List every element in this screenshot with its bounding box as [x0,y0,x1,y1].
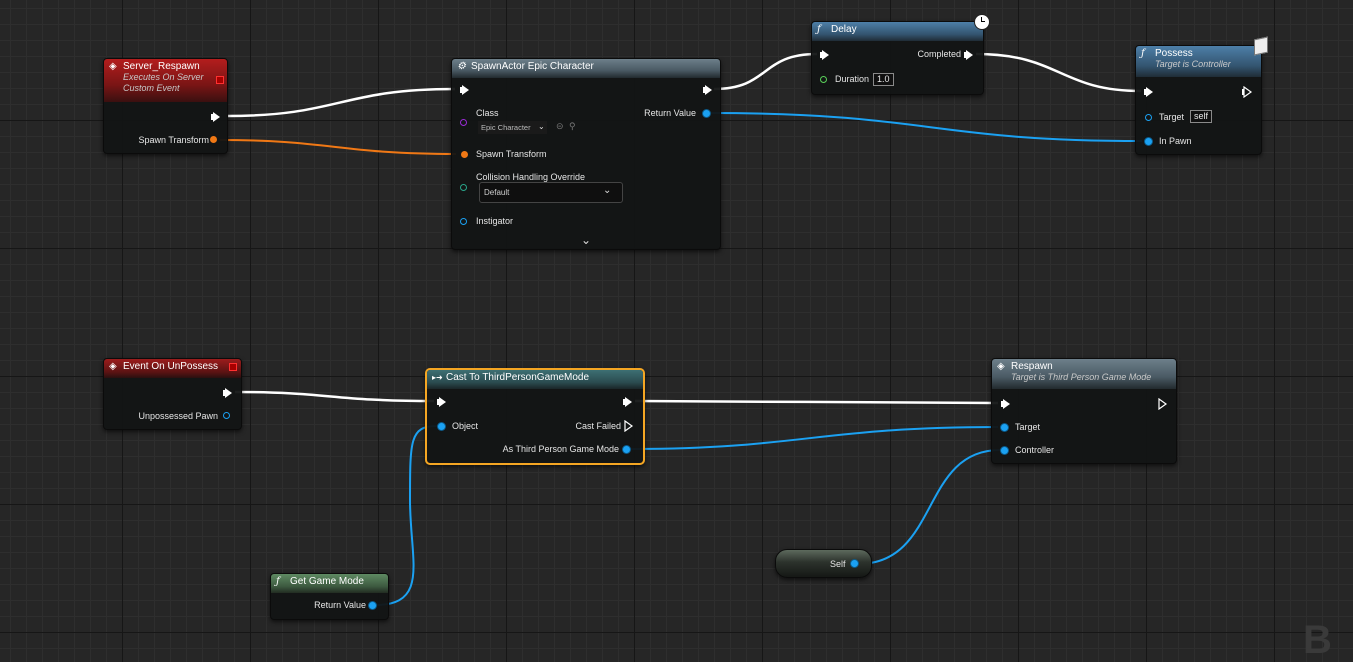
search-icon[interactable]: ⚲ [569,121,576,132]
event-diamond-icon: ◈ [997,361,1005,372]
node-title: Possess [1155,48,1193,59]
exec-out-pin[interactable] [1158,398,1168,410]
event-diamond-icon: ◈ [109,61,117,72]
object-wire [857,449,1001,565]
collision-pin[interactable] [460,184,467,191]
node-subtitle: Custom Event [123,83,180,93]
pin-label: Target [1015,422,1041,432]
chevron-down-icon: ⌄ [603,185,612,196]
node-title: Get Game Mode [290,576,364,587]
completed-exec-pin[interactable] [964,50,973,60]
cast-icon: ▸➜ [432,373,443,382]
node-title: Delay [831,24,857,35]
pin-label: Collision Handling Override [476,172,586,182]
cast-node[interactable]: ▸➜ Cast To ThirdPersonGameMode Object Ca… [425,368,645,465]
exec-in-pin[interactable] [1144,87,1153,97]
replicated-indicator [229,363,237,371]
node-title: Respawn [1011,361,1053,372]
object-wire [629,426,999,450]
spawn-icon: ⚙ [457,61,466,72]
pin-label: Cast Failed [575,421,621,431]
class-select[interactable]: Epic Character [478,121,547,134]
spawn-transform-pin[interactable] [210,136,217,143]
self-node[interactable]: Self [775,549,872,578]
pin-label: Target [1159,112,1185,122]
target-self-field[interactable]: self [1190,110,1213,123]
object-wire [708,112,1143,142]
pin-label: In Pawn [1159,136,1192,146]
respawn-node[interactable]: ◈ Respawn Target is Third Person Game Mo… [991,358,1177,464]
object-pin[interactable] [438,423,445,430]
exec-wire [634,399,999,405]
collision-dropdown[interactable]: Default [479,182,623,203]
exec-in-pin[interactable] [437,397,446,407]
event-unpossess-node[interactable]: ◈ Event On UnPossess Unpossessed Pawn [103,358,242,430]
function-icon: ƒ [276,576,280,587]
chevron-down-icon: ⌄ [538,122,545,131]
spawn-actor-node[interactable]: ⚙ SpawnActor Epic Character Class Epic C… [451,58,721,250]
delay-node[interactable]: ƒ Delay Completed Duration 1.0 [811,14,990,95]
node-title: Event On UnPossess [123,361,219,372]
exec-wire [226,87,456,118]
exec-in-pin[interactable] [460,85,469,95]
chevron-down-icon[interactable]: ⌄ [581,233,591,247]
in-pawn-pin[interactable] [1145,138,1152,145]
exec-wire [975,52,1142,93]
browse-icon[interactable]: ⊝ [556,121,564,132]
node-subtitle: Target is Controller [1155,59,1231,69]
function-icon: ƒ [1141,48,1145,59]
pin-label: Return Value [644,108,696,118]
exec-out-outline [1243,86,1253,98]
network-icon [1254,36,1268,56]
pin-label: As Third Person Game Mode [502,444,619,454]
node-title: Server_Respawn [123,61,200,72]
duration-pin[interactable] [820,76,827,83]
pin-label: Class [476,108,499,118]
function-icon: ƒ [817,24,821,35]
exec-in-pin[interactable] [1001,399,1010,409]
get-game-mode-node[interactable]: ƒ Get Game Mode Return Value [270,573,389,620]
controller-pin[interactable] [1001,447,1008,454]
event-diamond-icon: ◈ [109,361,117,372]
pin-label: Object [452,421,479,431]
target-pin[interactable] [1001,424,1008,431]
node-title: SpawnActor Epic Character [471,61,594,72]
possess-node[interactable]: ƒ Possess Target is Controller Target se… [1135,36,1268,155]
server-respawn-node[interactable]: ◈ Server_Respawn Executes On Server Cust… [103,58,228,154]
class-pin[interactable] [460,119,467,126]
cast-failed-exec-pin[interactable] [624,420,634,432]
pin-label: Spawn Transform [138,135,209,145]
exec-out-pin[interactable] [223,388,232,398]
pin-label: Controller [1015,445,1055,455]
transform-wire [219,139,457,155]
unpossessed-pawn-pin[interactable] [223,412,230,419]
duration-input[interactable]: 1.0 [873,73,894,86]
target-pin[interactable] [1145,114,1152,121]
spawn-transform-pin[interactable] [461,151,468,158]
exec-out-pin[interactable] [211,112,220,122]
self-label: Self [830,559,846,569]
clock-icon [974,14,990,30]
exec-out-pin[interactable] [703,85,712,95]
self-pin[interactable] [851,560,858,567]
exec-out-pin[interactable] [623,397,632,407]
node-subtitle: Target is Third Person Game Mode [1011,372,1152,382]
replicated-indicator [216,76,224,84]
instigator-pin[interactable] [460,218,467,225]
pin-label: Completed [917,49,961,59]
exec-in-pin[interactable] [820,50,829,60]
pin-label: Return Value [314,600,366,610]
pin-label: Duration [835,74,870,84]
as-third-person-game-mode-pin[interactable] [623,446,630,453]
watermark: B [1303,618,1332,662]
node-title: Cast To ThirdPersonGameMode [446,372,590,383]
node-subtitle: Executes On Server [123,72,204,82]
pin-label: Spawn Transform [476,149,547,159]
exec-wire [234,390,435,403]
pin-label: Unpossessed Pawn [138,411,218,421]
return-value-pin[interactable] [703,110,710,117]
exec-wire [713,52,818,91]
pin-label: Instigator [476,216,514,226]
return-value-pin[interactable] [369,602,376,609]
